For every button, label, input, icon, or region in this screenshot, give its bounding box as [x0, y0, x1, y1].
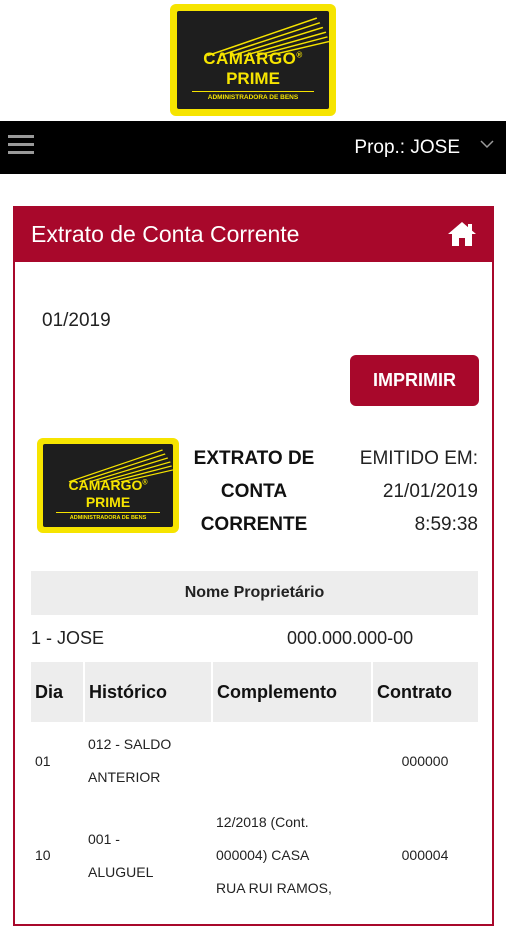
owner-document: 000.000.000-00: [287, 628, 414, 648]
statement-table: Dia Histórico Complemento Contrato 01 01…: [31, 662, 478, 911]
cell-contrato: 000004: [401, 847, 449, 863]
cell-complemento-line: RUA RUI RAMOS,: [216, 880, 332, 896]
logo-tagline: ADMINISTRADORA DE BENS: [207, 94, 299, 101]
doc-logo-registered-mark: ®: [142, 479, 148, 487]
cell-historico-line: 012 - SALDO: [88, 736, 172, 752]
issued-time: 8:59:38: [414, 514, 478, 535]
document-title-line: CORRENTE: [200, 514, 308, 535]
issued-label: EMITIDO EM:: [359, 448, 478, 469]
cell-historico: 001 - ALUGUEL: [84, 800, 212, 911]
column-header-contrato: Contrato: [372, 662, 478, 722]
column-header-dia: Dia: [31, 662, 85, 722]
document-title: EXTRATO DE CONTA CORRENTE: [186, 442, 322, 541]
hamburger-menu-icon[interactable]: [8, 135, 34, 157]
cell-dia: 10: [35, 847, 51, 863]
logo-name-line2: PRIME: [226, 69, 280, 88]
cell-complemento-line: 000004) CASA: [216, 847, 310, 863]
logo-name-line1: CAMARGO: [203, 49, 297, 68]
period-label: 01/2019: [42, 310, 111, 331]
cell-complemento: [212, 722, 372, 800]
panel-title: Extrato de Conta Corrente: [31, 221, 300, 247]
user-menu-label[interactable]: Prop.: JOSE: [354, 137, 460, 159]
document-title-line: EXTRATO DE: [193, 448, 315, 469]
logo-registered-mark: ®: [296, 50, 303, 60]
doc-logo-name-line2: PRIME: [85, 494, 131, 510]
brand-logo: CAMARGO® PRIME ADMINISTRADORA DE BENS: [170, 4, 336, 116]
home-icon[interactable]: [446, 220, 478, 248]
cell-historico: 012 - SALDO ANTERIOR: [84, 722, 212, 800]
doc-logo-tagline: ADMINISTRADORA DE BENS: [69, 515, 147, 521]
cell-dia: 01: [35, 752, 51, 769]
panel-header: Extrato de Conta Corrente: [15, 208, 492, 262]
statement-panel: Extrato de Conta Corrente 01/2019 IMPRIM…: [13, 206, 494, 926]
document-brand-logo: CAMARGO® PRIME ADMINISTRADORA DE BENS: [37, 438, 179, 533]
cell-historico-line: 001 -: [88, 830, 120, 847]
cell-complemento-line: 12/2018 (Cont.: [216, 814, 309, 830]
owner-section-header: Nome Proprietário: [31, 571, 478, 615]
issued-date: 21/01/2019: [382, 481, 478, 502]
document-title-line: CONTA: [220, 481, 288, 502]
cell-historico-line: ALUGUEL: [88, 863, 154, 880]
chevron-down-icon[interactable]: [480, 139, 494, 149]
doc-logo-name-line1: CAMARGO: [68, 477, 143, 493]
cell-historico-line: ANTERIOR: [88, 769, 161, 785]
cell-contrato: 000000: [401, 752, 449, 769]
top-navbar: Prop.: JOSE: [0, 121, 506, 174]
cell-complemento: 12/2018 (Cont. 000004) CASA RUA RUI RAMO…: [212, 800, 372, 911]
table-row: 10 001 - ALUGUEL 12/2018 (Cont. 000004) …: [31, 800, 478, 911]
print-button[interactable]: IMPRIMIR: [350, 355, 479, 406]
issued-info: EMITIDO EM: 21/01/2019 8:59:38: [360, 442, 478, 541]
column-header-complemento: Complemento: [212, 662, 373, 722]
owner-name: 1 - JOSE: [31, 628, 105, 648]
table-row: 01 012 - SALDO ANTERIOR 000000: [31, 722, 478, 800]
table-header-row: Dia Histórico Complemento Contrato: [31, 662, 478, 722]
column-header-historico: Histórico: [84, 662, 213, 722]
